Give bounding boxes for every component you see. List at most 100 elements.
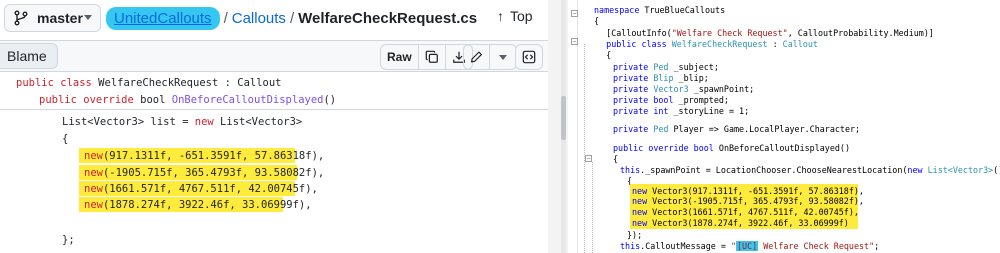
code-line: new(1878.274f, 3922.46f, 33.06999f), [84, 197, 312, 213]
indent-guide [592, 162, 593, 253]
code-line: new(-1905.715f, 365.4793f, 93.58082f), [84, 165, 324, 181]
collapse-icon[interactable]: − [571, 38, 578, 45]
edit-group [463, 44, 517, 70]
chevron-down-icon [84, 15, 92, 20]
keyword: int [648, 106, 669, 116]
keyword: new [84, 199, 103, 211]
keyword: private [613, 95, 649, 105]
code-text: () [323, 94, 337, 106]
type-name: Callout [782, 39, 818, 49]
code-line: new(1661.571f, 4767.511f, 42.00745f), [84, 181, 318, 197]
keyword: public class [16, 77, 92, 89]
code-text: : [767, 39, 783, 49]
code-line: { [594, 16, 600, 26]
github-file-view: master UnitedCallouts / Callouts / Welfa… [0, 0, 548, 253]
type-name: List<Vector3> [922, 165, 994, 175]
code-line: private Ped Player => Game.LocalPlayer.C… [613, 124, 860, 135]
code-text: , CalloutProbability.Medium)] [787, 28, 934, 38]
collapse-icon[interactable]: − [585, 155, 592, 162]
code-text: Vector3(917.1311f, -651.3591f, 57.86318f… [647, 186, 864, 196]
code-text: (-1905.715f, 365.4793f, 93.58082f), [102, 167, 325, 179]
code-text: .CalloutMessage = [640, 241, 731, 251]
collapse-icon[interactable]: − [571, 10, 578, 17]
code-line: new Vector3(1878.274f, 3922.46f, 33.0699… [632, 218, 849, 229]
code-line: namespace TrueBlueCallouts [594, 5, 725, 16]
code-line: { [586, 50, 612, 60]
copy-button[interactable] [419, 45, 446, 69]
raw-copy-download-group: Raw [380, 44, 473, 70]
edit-dropdown-button[interactable] [490, 45, 516, 69]
code-text: [CalloutInfo( [586, 28, 672, 38]
code-line: public override bool OnBeforeCalloutDisp… [39, 92, 336, 108]
code-text: _spawnPoint; [688, 84, 755, 94]
edit-button[interactable] [464, 45, 490, 69]
symbols-panel-button[interactable] [515, 44, 543, 70]
code-text: _blip; [673, 73, 709, 83]
code-line: List<Vector3> list = new List<Vector3> [62, 114, 302, 130]
type-name: Ped [648, 62, 669, 72]
keyword: new [632, 186, 648, 196]
code-line: new(917.1311f, -651.3591f, 57.86318f), [84, 148, 324, 164]
code-text: (917.1311f, -651.3591f, 57.86318f), [102, 150, 325, 162]
code-text: ._spawnPoint = LocationChooser.ChooseNea… [640, 165, 908, 175]
breadcrumb-folder-link[interactable]: Callouts [232, 10, 286, 27]
code-square-icon [522, 50, 536, 64]
function-name: OnBeforeCalloutDisplayed [171, 94, 324, 106]
code-line: new Vector3(-1905.715f, 365.4793f, 93.58… [632, 196, 864, 207]
code-text: List<Vector3> list = [62, 116, 195, 128]
code-line: public class WelfareCheckRequest : Callo… [16, 75, 282, 91]
divider [0, 109, 548, 110]
code-text: List<Vector3> [213, 116, 303, 128]
keyword: private [613, 106, 649, 116]
blame-tab[interactable]: Blame [0, 43, 58, 69]
top-button[interactable]: ↑ Top [497, 8, 533, 24]
string-literal: Welfare Check Request" [758, 241, 875, 251]
keyword: new [632, 196, 648, 206]
keyword: bool [648, 95, 674, 105]
keyword: this [620, 241, 641, 251]
keyword: private [613, 62, 649, 72]
pane-divider [548, 0, 568, 253]
keyword: namespace [594, 5, 640, 15]
keyword: private [613, 124, 649, 134]
keyword: private [613, 73, 649, 83]
raw-button[interactable]: Raw [381, 45, 419, 69]
code-editor[interactable]: − − − namespace TrueBlueCallouts { [Call… [571, 0, 1000, 253]
string-literal: [UC] [735, 241, 759, 251]
breadcrumb-repo-link[interactable]: UnitedCallouts [106, 6, 220, 30]
code-line: public class WelfareCheckRequest : Callo… [586, 39, 818, 50]
file-header: master UnitedCallouts / Callouts / Welfa… [0, 0, 548, 36]
string-literal: "Welfare Check Request" [671, 28, 788, 38]
top-label: Top [510, 8, 533, 24]
code-text: OnBeforeCalloutDisplayed() [713, 143, 850, 153]
keyword: new [84, 183, 103, 195]
code-text: ; [874, 241, 880, 251]
keyword: new [84, 150, 103, 162]
code-line: new Vector3(1661.571f, 4767.511f, 42.007… [632, 207, 859, 218]
keyword: new [194, 116, 214, 128]
code-line: private int _storyLine = 1; [613, 106, 749, 117]
code-text: Vector3(1878.274f, 3922.46f, 33.06999f) [647, 218, 849, 228]
type-name: Ped [648, 124, 669, 134]
keyword: new [907, 165, 923, 175]
code-line: private Blip _blip; [613, 73, 709, 84]
type-name: Vector3 [648, 84, 689, 94]
code-text: Vector3(-1905.715f, 365.4793f, 93.58082f… [647, 196, 864, 206]
code-text: (1661.571f, 4767.511f, 42.00745f), [102, 183, 318, 195]
code-line: { [62, 133, 69, 145]
code-text: () [993, 165, 1000, 175]
code-line: [CalloutInfo("Welfare Check Request", Ca… [586, 28, 934, 39]
breadcrumb-separator: / [223, 9, 228, 27]
breadcrumb: UnitedCallouts / Callouts / WelfareCheck… [106, 4, 477, 32]
type-name: WelfareCheckRequest [666, 39, 768, 49]
branch-selector-button[interactable]: master [4, 4, 101, 32]
breadcrumb-separator: / [289, 9, 295, 27]
code-line: private Ped _subject; [613, 62, 719, 73]
code-line: }; [62, 234, 75, 246]
code-text: bool [133, 94, 172, 106]
scrollbar-thumb[interactable] [561, 96, 566, 140]
code-text: Player => Game.LocalPlayer.Character; [668, 124, 861, 134]
code-text: (1878.274f, 3922.46f, 33.06999f), [102, 199, 312, 211]
code-text: _subject; [668, 62, 719, 72]
code-line: public override bool OnBeforeCalloutDisp… [613, 143, 850, 154]
